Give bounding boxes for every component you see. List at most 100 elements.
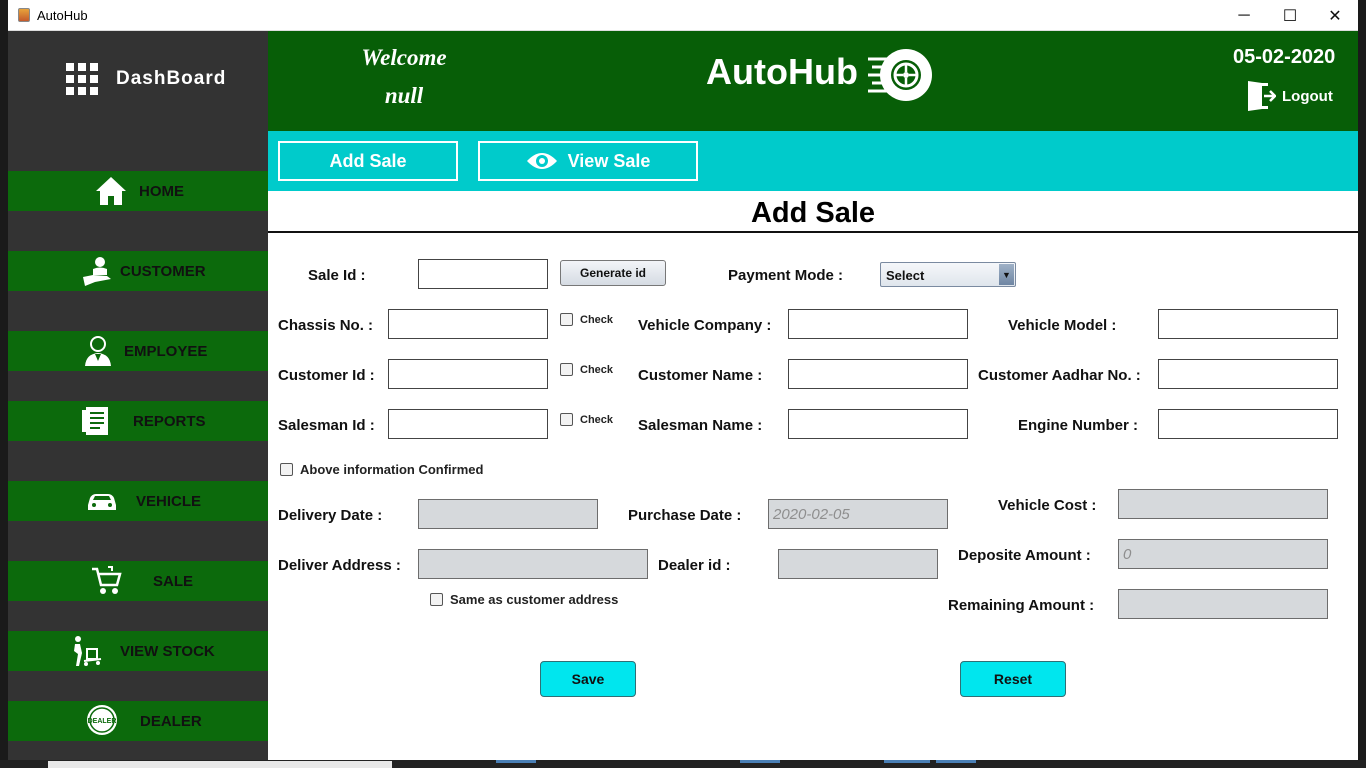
sidebar-item-vehicle[interactable]: VEHICLE <box>8 481 268 521</box>
vehicle-cost-input[interactable] <box>1118 489 1328 519</box>
chassis-no-input[interactable] <box>388 309 548 339</box>
save-button[interactable]: Save <box>540 661 636 697</box>
sidebar-item-label: REPORTS <box>133 413 206 430</box>
purchase-date-label: Purchase Date : <box>628 507 742 524</box>
java-app-icon <box>18 8 30 22</box>
logout-icon <box>1246 79 1276 113</box>
generate-id-button[interactable]: Generate id <box>560 260 666 286</box>
tab-view-sale-label: View Sale <box>567 150 651 171</box>
tab-view-sale[interactable]: View Sale <box>478 141 698 181</box>
reports-icon <box>80 405 114 437</box>
vehicle-company-input[interactable] <box>788 309 968 339</box>
taskbar-indicator <box>740 760 780 763</box>
payment-mode-value: Select <box>886 268 925 283</box>
sale-id-input[interactable] <box>418 259 548 289</box>
sidebar: DashBoard HOME CUSTOMER EMPLOYEE REPORTS <box>8 31 268 760</box>
chassis-check-label: Check <box>580 314 614 326</box>
delivery-date-input[interactable] <box>418 499 598 529</box>
home-icon <box>94 175 128 207</box>
vehicle-model-label: Vehicle Model : <box>1008 317 1117 334</box>
sidebar-item-employee[interactable]: EMPLOYEE <box>8 331 268 371</box>
sale-tab-bar: Add Sale View Sale <box>268 131 1358 191</box>
maximize-button[interactable]: ☐ <box>1267 0 1313 31</box>
car-icon <box>85 485 119 517</box>
app-header: Welcome null AutoHub 05-02-2020 Logout <box>268 31 1358 131</box>
dashboard-header[interactable]: DashBoard <box>66 63 226 95</box>
title-bar: AutoHub ─ ☐ ✕ <box>8 0 1358 31</box>
deposite-amount-input[interactable] <box>1118 539 1328 569</box>
same-address-label: Same as customer address <box>450 592 619 607</box>
desktop-background-right <box>1358 0 1366 768</box>
sidebar-item-label: DEALER <box>140 713 202 730</box>
customer-name-label: Customer Name : <box>638 367 763 384</box>
sidebar-item-label: SALE <box>153 573 194 590</box>
grid-icon <box>66 63 98 95</box>
logout-button[interactable]: Logout <box>1246 79 1333 113</box>
sidebar-item-label: VIEW STOCK <box>120 643 215 660</box>
chassis-no-label: Chassis No. : <box>278 317 374 334</box>
brand-name: AutoHub <box>706 51 858 92</box>
salesman-check-checkbox[interactable] <box>560 413 573 426</box>
chassis-check-checkbox[interactable] <box>560 313 573 326</box>
confirm-checkbox[interactable] <box>280 463 293 476</box>
chevron-down-icon: ▼ <box>999 264 1014 285</box>
sale-id-label: Sale Id : <box>308 267 366 284</box>
salesman-id-input[interactable] <box>388 409 548 439</box>
purchase-date-input[interactable] <box>768 499 948 529</box>
sidebar-item-label: VEHICLE <box>136 493 202 510</box>
deposite-amount-label: Deposite Amount : <box>958 547 1091 564</box>
salesman-id-label: Salesman Id : <box>278 417 375 434</box>
eye-icon <box>526 151 558 171</box>
app-window: AutoHub ─ ☐ ✕ DashBoard HOME CUSTOMER EM… <box>8 0 1358 760</box>
salesman-check-label: Check <box>580 414 614 426</box>
confirm-label: Above information Confirmed <box>300 462 484 477</box>
sidebar-item-label: HOME <box>139 183 184 200</box>
engine-number-label: Engine Number : <box>1018 417 1139 434</box>
delivery-date-label: Delivery Date : <box>278 507 383 524</box>
close-button[interactable]: ✕ <box>1312 0 1358 31</box>
page-title: Add Sale <box>268 191 1358 233</box>
payment-mode-label: Payment Mode : <box>728 267 844 284</box>
reset-button[interactable]: Reset <box>960 661 1066 697</box>
vehicle-model-input[interactable] <box>1158 309 1338 339</box>
current-date: 05-02-2020 <box>1233 46 1336 68</box>
user-name: null <box>384 83 424 108</box>
sidebar-item-customer[interactable]: CUSTOMER <box>8 251 268 291</box>
dealer-id-label: Dealer id : <box>658 557 731 574</box>
remaining-amount-input[interactable] <box>1118 589 1328 619</box>
engine-number-input[interactable] <box>1158 409 1338 439</box>
stock-icon <box>70 635 104 667</box>
taskbar-indicator <box>496 760 536 763</box>
sidebar-item-label: EMPLOYEE <box>124 343 208 360</box>
customer-check-checkbox[interactable] <box>560 363 573 376</box>
deliver-address-input[interactable] <box>418 549 648 579</box>
sidebar-item-view-stock[interactable]: VIEW STOCK <box>8 631 268 671</box>
taskbar-indicator <box>884 760 930 763</box>
svg-text:DEALER: DEALER <box>88 718 117 725</box>
deliver-address-label: Deliver Address : <box>278 557 401 574</box>
cart-icon <box>90 565 124 597</box>
customer-id-input[interactable] <box>388 359 548 389</box>
taskbar-indicator <box>936 760 976 763</box>
salesman-name-input[interactable] <box>788 409 968 439</box>
vehicle-company-label: Vehicle Company : <box>638 317 772 334</box>
tab-add-sale[interactable]: Add Sale <box>278 141 458 181</box>
payment-mode-select[interactable]: Select ▼ <box>880 262 1016 287</box>
minimize-button[interactable]: ─ <box>1221 0 1267 31</box>
sidebar-item-reports[interactable]: REPORTS <box>8 401 268 441</box>
sidebar-item-home[interactable]: HOME <box>8 171 268 211</box>
customer-aadhar-input[interactable] <box>1158 359 1338 389</box>
customer-aadhar-label: Customer Aadhar No. : <box>978 367 1141 384</box>
sidebar-item-label: CUSTOMER <box>120 263 206 280</box>
remaining-amount-label: Remaining Amount : <box>948 597 1095 614</box>
sidebar-item-dealer[interactable]: DEALER DEALER <box>8 701 268 741</box>
dealer-id-input[interactable] <box>778 549 938 579</box>
desktop-background-left <box>0 0 8 768</box>
dashboard-label: DashBoard <box>116 68 227 89</box>
dealer-icon: DEALER <box>85 704 119 736</box>
same-address-checkbox[interactable] <box>430 593 443 606</box>
tire-logo-icon <box>868 45 936 110</box>
sidebar-item-sale[interactable]: SALE <box>8 561 268 601</box>
desktop-taskbar-edge <box>0 760 1366 768</box>
customer-name-input[interactable] <box>788 359 968 389</box>
